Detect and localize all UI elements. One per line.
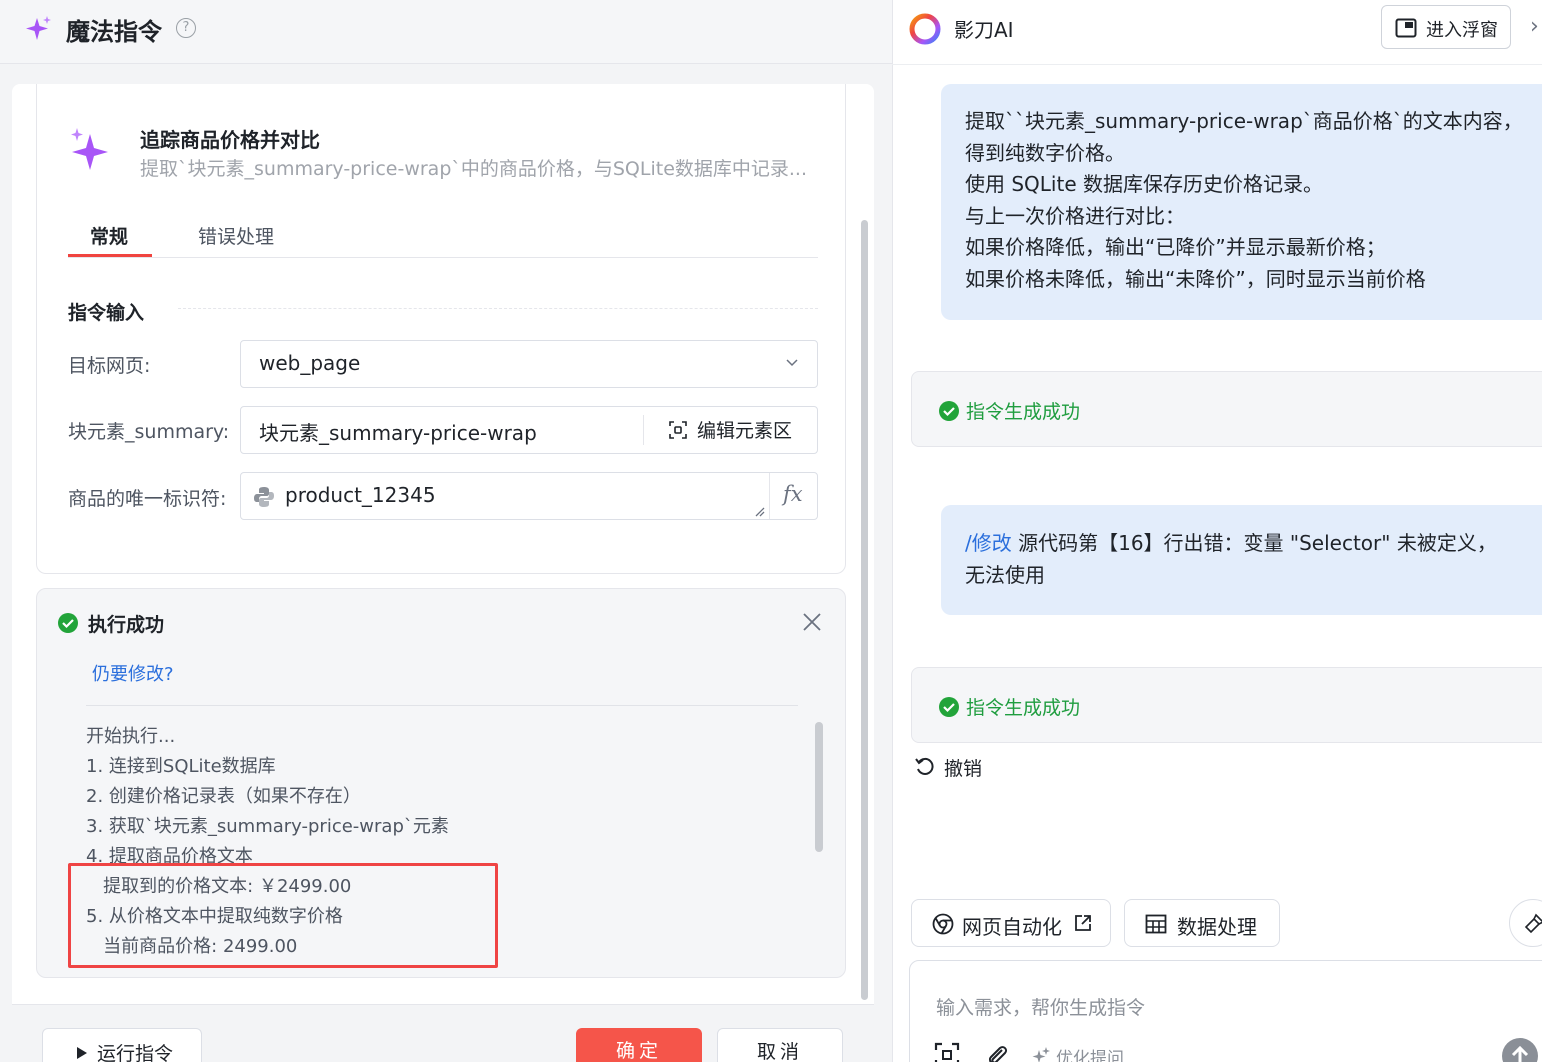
product-id-value: product_12345 — [285, 483, 436, 507]
divider — [178, 308, 818, 309]
divider — [643, 415, 644, 445]
attachment-icon[interactable] — [984, 1042, 1010, 1062]
modify-link[interactable]: 仍要修改? — [92, 660, 174, 686]
target-page-select[interactable]: web_page — [240, 340, 818, 388]
web-automation-label: 网页自动化 — [962, 915, 1062, 939]
capture-icon — [669, 421, 687, 439]
product-id-label: 商品的唯一标识符: — [68, 488, 227, 510]
divider — [892, 64, 1542, 65]
message-line: 如果价格未降低，输出“未降价”，同时显示当前价格 — [965, 267, 1426, 291]
divider — [86, 705, 798, 706]
undo-button[interactable]: 撤销 — [944, 754, 982, 781]
undo-icon[interactable] — [914, 756, 936, 778]
edit-element-button[interactable]: 编辑元素区 — [697, 416, 792, 443]
data-processing-label: 数据处理 — [1177, 915, 1257, 939]
help-icon[interactable]: ? — [176, 18, 196, 38]
log-line: 开始执行... — [86, 726, 176, 747]
divider — [12, 1004, 874, 1005]
message-line: 提取``块元素_summary-price-wrap`商品价格`的文本内容， — [965, 109, 1523, 133]
prompt-placeholder: 输入需求，帮你生成指令 — [936, 997, 1146, 1019]
message-line: 得到纯数字价格。 — [965, 141, 1125, 165]
data-processing-chip[interactable]: 数据处理 — [1124, 899, 1280, 947]
ai-name: 影刀AI — [954, 18, 1014, 42]
ai-logo-icon — [909, 13, 941, 45]
tab-error-handling[interactable]: 错误处理 — [198, 222, 274, 249]
play-icon — [77, 1047, 87, 1059]
user-message: 提取``块元素_summary-price-wrap`商品价格`的文本内容， 得… — [941, 84, 1542, 320]
block-element-value: 块元素_summary-price-wrap — [259, 421, 537, 445]
message-line: 如果价格降低，输出“已降价”并显示最新价格； — [965, 235, 1386, 259]
sparkle-icon — [26, 16, 51, 40]
optimize-question-button[interactable]: 优化提问 — [1056, 1044, 1124, 1062]
brush-icon — [1524, 913, 1542, 934]
target-page-value: web_page — [259, 351, 361, 375]
float-window-label: 进入浮窗 — [1426, 20, 1498, 41]
success-check-icon — [939, 697, 959, 717]
message-line: 无法使用 — [965, 563, 1045, 587]
log-scrollbar[interactable] — [815, 722, 823, 852]
scrollbar[interactable] — [861, 220, 868, 1000]
sparkle-icon — [71, 128, 108, 170]
page-title: 魔法指令 — [66, 18, 162, 46]
run-label: 运行指令 — [97, 1043, 174, 1062]
chevron-right-icon[interactable]: › — [1530, 14, 1539, 39]
status-card: 指令生成成功 — [911, 667, 1542, 743]
chrome-icon — [932, 913, 954, 935]
highlight-box — [68, 863, 498, 968]
status-label: 指令生成成功 — [966, 401, 1081, 423]
log-line: 3. 获取`块元素_summary-price-wrap`元素 — [86, 816, 449, 837]
result-title: 执行成功 — [88, 614, 165, 636]
float-window-button[interactable]: 进入浮窗 — [1381, 5, 1511, 49]
tab-general[interactable]: 常规 — [90, 222, 128, 249]
external-link-icon — [1075, 915, 1091, 931]
success-check-icon — [58, 613, 78, 633]
sparkle-icon — [1032, 1047, 1050, 1062]
instruction-subtitle: 提取`块元素_summary-price-wrap`中的商品价格，与SQLite… — [140, 158, 808, 180]
float-window-icon — [1395, 18, 1417, 38]
success-check-icon — [939, 401, 959, 421]
resize-handle-icon[interactable] — [753, 505, 765, 517]
instruction-title: 追踪商品价格并对比 — [140, 128, 320, 152]
cancel-button[interactable]: 取消 — [717, 1028, 843, 1062]
message-text: 源代码第【16】行出错：变量 "Selector" 未被定义， — [1011, 531, 1497, 555]
message-line: 使用 SQLite 数据库保存历史价格记录。 — [965, 172, 1323, 196]
target-page-label: 目标网页: — [68, 355, 151, 377]
section-title: 指令输入 — [68, 302, 145, 324]
python-icon — [254, 487, 274, 507]
log-line: 2. 创建价格记录表（如果不存在） — [86, 786, 361, 807]
block-element-label: 块元素_summary: — [68, 421, 230, 443]
chevron-down-icon — [786, 359, 798, 367]
log-line: 1. 连接到SQLite数据库 — [86, 756, 276, 777]
screenshot-icon[interactable] — [934, 1042, 960, 1062]
close-icon[interactable] — [800, 610, 824, 634]
divider — [68, 257, 818, 258]
status-label: 指令生成成功 — [966, 697, 1081, 719]
divider — [769, 473, 770, 519]
formula-button[interactable]: fx — [783, 482, 803, 506]
send-button[interactable] — [1502, 1038, 1538, 1062]
header-bar: 魔法指令 ? — [0, 0, 892, 64]
web-automation-chip[interactable]: 网页自动化 — [911, 899, 1111, 947]
product-id-field[interactable]: product_12345 fx — [240, 472, 818, 520]
user-message: /修改 源代码第【16】行出错：变量 "Selector" 未被定义， 无法使用 — [941, 505, 1542, 615]
arrow-up-icon — [1511, 1045, 1529, 1062]
command-tag: /修改 — [965, 531, 1012, 555]
run-instruction-button[interactable]: 运行指令 — [42, 1028, 202, 1062]
message-line: /修改 源代码第【16】行出错：变量 "Selector" 未被定义， — [965, 528, 1497, 560]
confirm-button[interactable]: 确定 — [576, 1028, 702, 1062]
table-icon — [1145, 914, 1167, 934]
message-line: 与上一次价格进行对比： — [965, 204, 1185, 228]
status-card: 指令生成成功 — [911, 371, 1542, 447]
block-element-field[interactable]: 块元素_summary-price-wrap 编辑元素区 — [240, 406, 818, 454]
